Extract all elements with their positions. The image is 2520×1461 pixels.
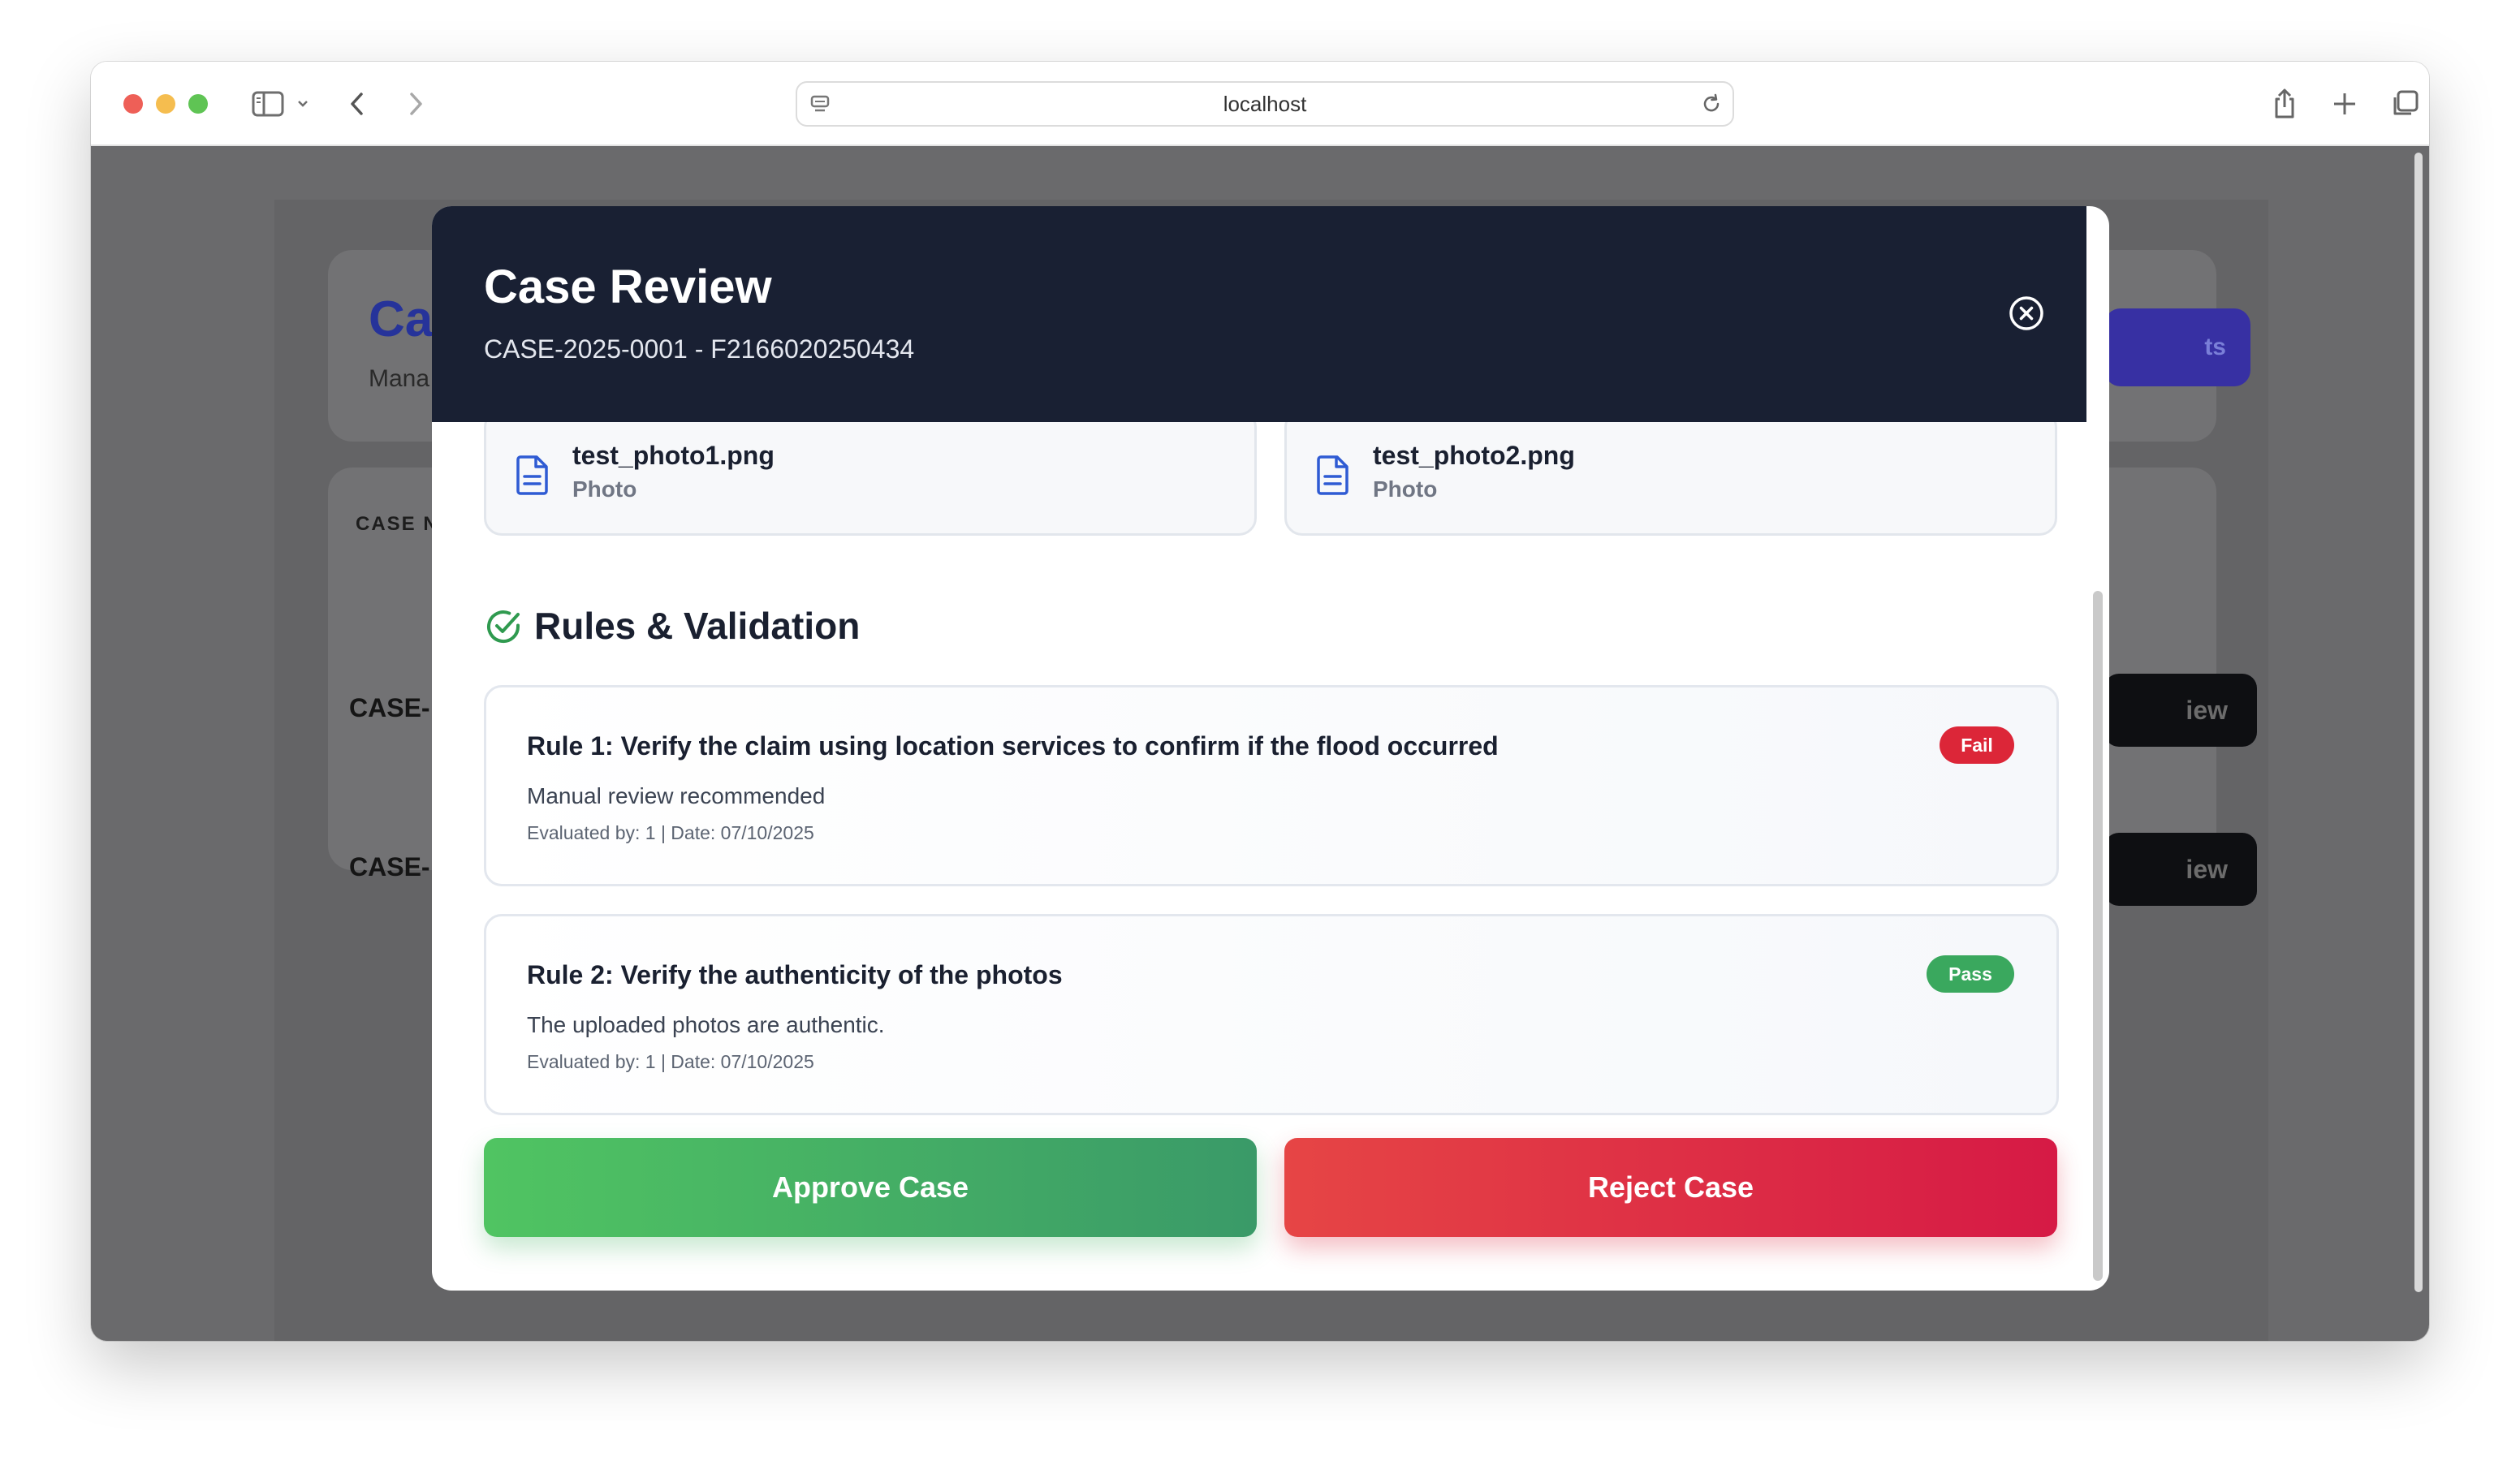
- chevron-down-icon[interactable]: [291, 81, 315, 127]
- browser-toolbar: localhost: [91, 62, 2429, 146]
- rule-description: Manual review recommended: [527, 783, 826, 808]
- rules-section-title: Rules & Validation: [534, 605, 861, 647]
- modal-subtitle: CASE-2025-0001 - F2166020250434: [484, 334, 915, 364]
- file-card[interactable]: test_photo2.png Photo: [1284, 409, 2057, 536]
- document-icon: [1317, 455, 1348, 495]
- rule-card: Rule 2: Verify the authenticity of the p…: [484, 914, 2059, 1115]
- modal-scrollbar[interactable]: [2093, 591, 2103, 1281]
- forward-arrow-icon[interactable]: [393, 81, 438, 127]
- browser-window: localhost Ca Mana ts CASE N CASE- iew CA…: [91, 62, 2429, 1341]
- back-arrow-icon[interactable]: [334, 81, 380, 127]
- background-view-button: iew: [2104, 833, 2257, 906]
- address-bar[interactable]: localhost: [796, 81, 1734, 127]
- minimize-window-button[interactable]: [156, 94, 175, 114]
- rule-description: The uploaded photos are authentic.: [527, 1012, 885, 1037]
- rule-title: Rule 1: Verify the claim using location …: [527, 731, 1499, 761]
- file-name: test_photo2.png: [1373, 441, 1575, 470]
- background-case-cell: CASE-: [349, 693, 430, 722]
- case-review-modal: test_photo1.png Photo test_photo2.png Ph…: [432, 206, 2109, 1291]
- document-icon: [516, 455, 548, 495]
- approve-case-button[interactable]: Approve Case: [484, 1138, 1257, 1237]
- status-badge: Pass: [1927, 955, 2014, 993]
- background-view-button: iew: [2104, 674, 2257, 747]
- file-name: test_photo1.png: [572, 441, 775, 470]
- tab-overview-icon[interactable]: [2382, 81, 2427, 127]
- file-type: Photo: [572, 476, 637, 502]
- modal-title: Case Review: [484, 261, 772, 313]
- background-case-cell: CASE-: [349, 852, 430, 881]
- page-scrollbar[interactable]: [2414, 153, 2423, 1292]
- background-page-subtitle: Mana: [369, 365, 430, 392]
- status-badge: Fail: [1940, 726, 2014, 764]
- background-table-header: CASE N: [356, 513, 439, 535]
- file-card[interactable]: test_photo1.png Photo: [484, 409, 1257, 536]
- rule-card: Rule 1: Verify the claim using location …: [484, 685, 2059, 886]
- background-page-title: Ca: [369, 291, 434, 347]
- close-modal-button[interactable]: [2007, 294, 2046, 333]
- background-header-button: ts: [2104, 308, 2250, 386]
- share-icon[interactable]: [2262, 81, 2307, 127]
- rule-meta: Evaluated by: 1 | Date: 07/10/2025: [527, 822, 814, 843]
- rule-title: Rule 2: Verify the authenticity of the p…: [527, 960, 1063, 989]
- close-icon: [2009, 296, 2043, 330]
- close-window-button[interactable]: [123, 94, 143, 114]
- url-text[interactable]: localhost: [797, 83, 1732, 125]
- check-circle-icon: [487, 610, 520, 644]
- modal-header: Case Review CASE-2025-0001 - F2166020250…: [432, 206, 2086, 422]
- sidebar-toggle-icon[interactable]: [245, 81, 291, 127]
- reject-case-button[interactable]: Reject Case: [1284, 1138, 2057, 1237]
- zoom-window-button[interactable]: [188, 94, 208, 114]
- page-viewport: Ca Mana ts CASE N CASE- iew CASE- iew te…: [91, 146, 2429, 1341]
- rule-meta: Evaluated by: 1 | Date: 07/10/2025: [527, 1051, 814, 1072]
- file-type: Photo: [1373, 476, 1438, 502]
- reload-icon[interactable]: [1698, 91, 1724, 117]
- new-tab-icon[interactable]: [2322, 81, 2367, 127]
